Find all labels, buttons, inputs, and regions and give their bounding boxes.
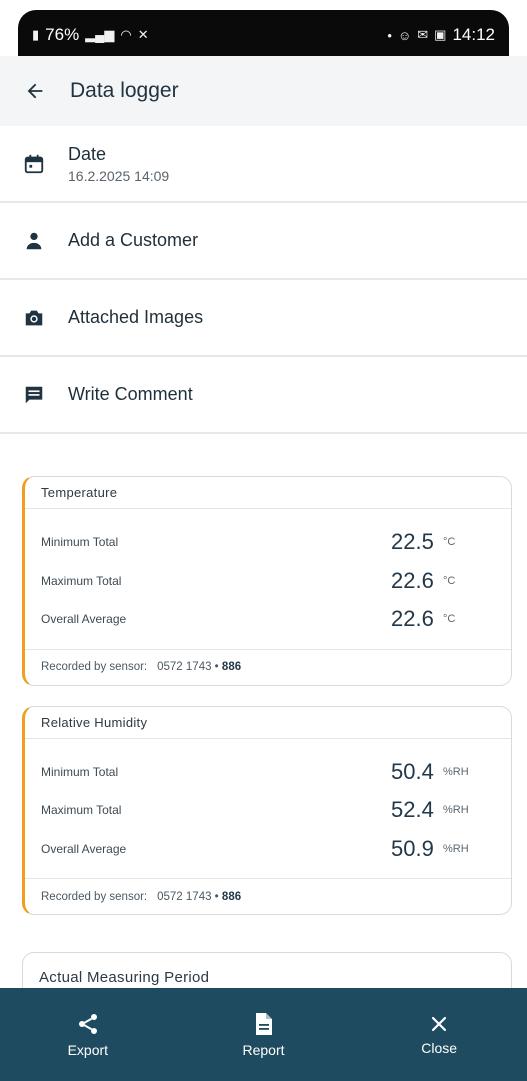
row-label: Maximum Total [41, 803, 122, 818]
add-customer-item[interactable]: Add a Customer [0, 203, 527, 280]
measuring-period-title: Actual Measuring Period [39, 969, 210, 986]
sensor-label: Recorded by sensor: [41, 661, 148, 673]
export-button[interactable]: Export [0, 988, 176, 1081]
export-label: Export [67, 1041, 109, 1058]
write-comment-label: Write Comment [68, 384, 193, 404]
page-title: Data logger [70, 79, 179, 102]
bottom-action-bar: Export Report Close [0, 988, 527, 1081]
comment-icon [0, 384, 68, 406]
report-button[interactable]: Report [176, 988, 352, 1081]
row-label: Maximum Total [41, 573, 122, 588]
dot-icon: • [387, 27, 392, 43]
row-unit: °C [443, 613, 456, 626]
temperature-card-title: Temperature [25, 477, 511, 509]
close-icon [432, 1016, 447, 1031]
calendar-icon [0, 153, 68, 175]
report-label: Report [242, 1041, 285, 1058]
row-label: Overall Average [41, 612, 127, 627]
row-value: 22.6 [391, 606, 434, 632]
row-unit: %RH [443, 765, 469, 778]
temperature-row-max: Maximum Total 22.6 °C [41, 562, 511, 601]
humidity-row-max: Maximum Total 52.4 %RH [41, 791, 511, 830]
status-right: • ☺ ✉ ▣ 14:12 [387, 25, 495, 45]
person-icon [0, 230, 68, 252]
close-label: Close [421, 1039, 458, 1056]
humidity-card-body: Minimum Total 50.4 %RH Maximum Total 52.… [25, 739, 511, 879]
document-icon [255, 1012, 272, 1035]
row-unit: °C [443, 536, 456, 549]
temperature-row-min: Minimum Total 22.5 °C [41, 523, 511, 562]
share-icon [78, 1013, 97, 1034]
temperature-card-sensor: Recorded by sensor: 0572 1743 • 886 [25, 648, 511, 685]
write-comment-item[interactable]: Write Comment [0, 357, 527, 434]
mute-icon: ✕ [137, 27, 149, 42]
date-item[interactable]: Date 16.2.2025 14:09 [0, 126, 527, 203]
menu-list: Date 16.2.2025 14:09 Add a Customer Atta… [0, 126, 527, 434]
mail-icon: ✉ [417, 27, 429, 42]
humidity-row-avg: Overall Average 50.9 %RH [41, 830, 511, 869]
status-time: 14:12 [452, 25, 495, 44]
camera-icon [0, 307, 68, 329]
chat-icon: ☺ [397, 27, 412, 43]
row-value: 50.4 [391, 758, 434, 784]
humidity-card-sensor: Recorded by sensor: 0572 1743 • 886 [25, 878, 511, 914]
date-value: 16.2.2025 14:09 [68, 167, 170, 184]
row-label: Minimum Total [41, 764, 119, 779]
humidity-card: Relative Humidity Minimum Total 50.4 %RH… [22, 705, 512, 915]
sensor-suffix: 886 [221, 890, 242, 903]
row-value: 52.4 [391, 797, 434, 823]
row-label: Minimum Total [41, 535, 119, 550]
battery-percent: 76% [45, 25, 80, 44]
temperature-card: Temperature Minimum Total 22.5 °C Maximu… [22, 476, 512, 686]
add-customer-label: Add a Customer [68, 230, 199, 250]
sensor-label: Recorded by sensor: [41, 890, 148, 903]
sensor-suffix: 886 [221, 661, 242, 673]
date-text: Date 16.2.2025 14:09 [68, 144, 169, 184]
row-unit: °C [443, 574, 456, 587]
humidity-row-min: Minimum Total 50.4 %RH [41, 753, 511, 792]
sensor-id: 0572 1743 • [157, 890, 219, 903]
date-label: Date [68, 143, 107, 164]
measurement-cards: Temperature Minimum Total 22.5 °C Maximu… [22, 476, 512, 935]
attached-images-label: Attached Images [68, 307, 204, 327]
attached-images-item[interactable]: Attached Images [0, 280, 527, 357]
row-unit: %RH [443, 842, 469, 855]
temperature-card-body: Minimum Total 22.5 °C Maximum Total 22.6… [25, 509, 511, 649]
row-value: 22.5 [391, 529, 434, 555]
humidity-card-title: Relative Humidity [25, 707, 511, 739]
temperature-row-avg: Overall Average 22.6 °C [41, 600, 511, 639]
wifi-icon: ◠ [120, 27, 132, 42]
gallery-icon: ▣ [434, 27, 447, 42]
arrow-left-icon [27, 83, 43, 99]
row-unit: %RH [443, 804, 469, 817]
status-left: ▮ 76% ▂▄▆ ◠ ✕ [32, 25, 149, 45]
signal-icon: ▂▄▆ [85, 27, 115, 42]
close-button[interactable]: Close [351, 988, 527, 1081]
app-bar: Data logger [0, 56, 527, 126]
back-button[interactable] [0, 56, 70, 126]
row-value: 50.9 [391, 835, 434, 861]
battery-icon: ▮ [32, 27, 40, 42]
sensor-id: 0572 1743 • [157, 661, 219, 673]
row-label: Overall Average [41, 841, 127, 856]
row-value: 22.6 [391, 567, 434, 593]
status-bar-inner: ▮ 76% ▂▄▆ ◠ ✕ • ☺ ✉ ▣ 14:12 [18, 10, 509, 60]
